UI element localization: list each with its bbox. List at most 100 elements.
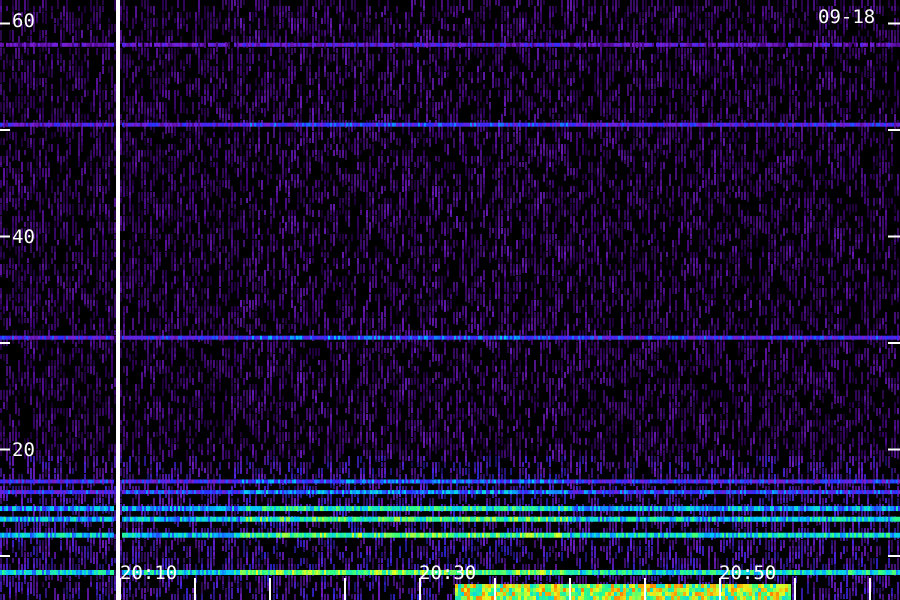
noise-cell [210,594,212,599]
noise-cell [84,366,86,371]
noise-cell [168,324,170,331]
noise-cell [123,438,125,450]
noise-cell [195,396,197,401]
noise-cell [48,276,50,281]
noise-cell [114,456,116,468]
noise-cell [303,288,305,296]
noise-cell [258,432,260,442]
noise-cell [30,576,32,581]
noise-cell [252,396,254,402]
noise-cell [237,576,239,583]
noise-cell [9,60,11,66]
noise-cell [27,186,29,193]
noise-cell [291,72,293,84]
noise-cell [129,60,131,68]
noise-cell [156,432,158,437]
noise-cell [198,162,200,173]
noise-cell [102,588,104,594]
noise-cell [228,24,230,32]
noise-cell [108,408,110,419]
noise-cell [297,264,299,276]
noise-cell [330,558,332,564]
noise-cell [120,336,122,343]
noise-cell [93,462,95,472]
noise-cell [264,30,266,38]
noise-cell [48,522,50,529]
noise-cell [192,414,194,421]
noise-cell [0,198,2,203]
noise-cell [78,318,80,323]
noise-cell [39,450,41,457]
noise-cell [99,222,101,231]
noise-cell [246,498,248,505]
noise-cell [297,312,299,323]
noise-cell [309,240,311,247]
noise-cell [21,252,23,258]
noise-cell [249,150,251,157]
noise-cell [6,450,8,461]
noise-cell [102,66,104,74]
noise-cell [258,228,260,235]
noise-cell [102,540,104,548]
noise-cell [75,84,77,89]
noise-cell [81,78,83,89]
noise-cell [279,102,281,108]
noise-cell [150,588,152,596]
noise-cell [132,96,134,103]
noise-cell [249,348,251,353]
noise-cell [54,216,56,221]
noise-cell [168,546,170,553]
noise-cell [324,54,326,60]
noise-cell [6,264,8,271]
noise-cell [192,258,194,263]
noise-cell [270,72,272,78]
noise-cell [231,246,233,258]
noise-cell [312,546,314,551]
noise-cell [9,144,11,150]
noise-cell [294,462,296,469]
noise-cell [312,390,314,399]
noise-cell [135,360,137,365]
noise-cell [63,186,65,191]
noise-cell [168,144,170,152]
noise-cell [141,180,143,189]
noise-cell [192,210,194,220]
noise-cell [0,72,2,83]
noise-cell [237,168,239,177]
noise-cell [198,186,200,191]
noise-cell [279,126,281,133]
noise-cell [279,138,281,144]
noise-cell [33,588,35,596]
noise-cell [324,90,326,95]
noise-cell [198,90,200,97]
noise-cell [39,66,41,74]
noise-cell [36,594,38,599]
noise-cell [267,0,269,7]
noise-cell [288,108,290,116]
noise-cell [219,264,221,269]
noise-cell [246,288,248,293]
noise-cell [75,366,77,372]
noise-cell [90,558,92,563]
noise-cell [42,66,44,73]
noise-cell [294,174,296,180]
noise-cell [51,246,53,253]
noise-cell [156,348,158,355]
noise-cell [132,18,134,29]
noise-cell [132,162,134,174]
noise-cell [294,36,296,42]
noise-cell [129,204,131,212]
noise-cell [300,474,302,479]
noise-cell [297,450,299,457]
noise-cell [333,234,335,246]
noise-cell [201,276,203,282]
noise-cell [153,90,155,100]
noise-cell [318,564,320,570]
noise-cell [90,270,92,275]
noise-cell [267,168,269,175]
noise-cell [222,582,224,590]
noise-cell [291,162,293,169]
noise-cell [147,288,149,298]
noise-cell [75,588,77,594]
noise-cell [18,102,20,113]
